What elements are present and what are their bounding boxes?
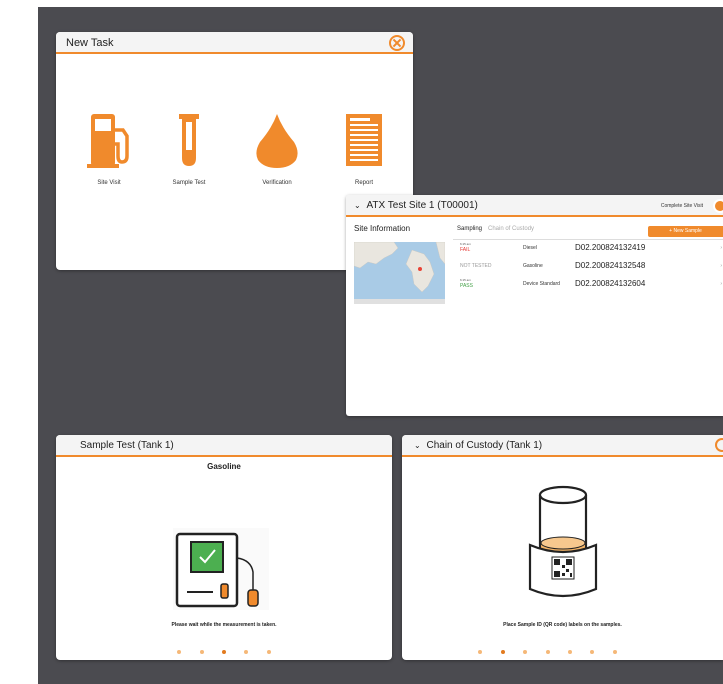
step-dot — [199, 650, 204, 654]
sample-fuel: Diesel — [523, 245, 537, 251]
sample-test-label: Sample Test — [172, 180, 206, 186]
step-dot — [177, 650, 182, 654]
verification-label: Verification — [262, 180, 292, 186]
row-chevron-icon: › — [720, 245, 722, 251]
sample-fuel: Gasoline — [523, 263, 543, 269]
window-title: New Task — [66, 37, 114, 49]
row-chevron-icon: › — [720, 263, 722, 269]
site-visit-label: Site Visit — [97, 180, 121, 186]
window-header: Sample Test (Tank 1) — [56, 435, 392, 457]
step-dot — [244, 650, 249, 654]
complete-site-visit-label: Complete Site Visit — [660, 203, 703, 209]
step-dot-active — [222, 650, 226, 654]
sample-id: D02.200824132419 — [575, 243, 646, 252]
window-header: ⌄ Chain of Custody (Tank 1) — [402, 435, 723, 457]
window-title: Chain of Custody (Tank 1) — [426, 440, 543, 451]
window-header: ⌄ ATX Test Site 1 (T00001) Complete Site… — [346, 195, 723, 217]
chain-of-custody-window: ⌄ Chain of Custody (Tank 1) Place Sample… — [402, 435, 723, 660]
sample-test-option[interactable]: Sample Test — [149, 110, 229, 186]
instruction-text: Place Sample ID (QR code) labels on the … — [503, 622, 622, 628]
complete-site-visit-button[interactable] — [713, 199, 723, 213]
step-dot — [612, 650, 617, 654]
tab-divider — [453, 239, 723, 240]
step-indicator — [56, 641, 392, 659]
sample-row[interactable]: NOT TESTED Gasoline D02.200824132548 › — [456, 260, 723, 274]
sample-id: D02.200824132548 — [575, 261, 646, 270]
site-visit-window: ⌄ ATX Test Site 1 (T00001) Complete Site… — [346, 195, 723, 416]
collapse-chevron-icon[interactable]: ⌄ — [414, 441, 421, 450]
fuel-pump-icon — [87, 114, 129, 168]
step-dot — [478, 650, 483, 654]
sample-jar-qr-icon — [528, 485, 598, 598]
sample-status: PASS — [460, 283, 473, 289]
step-dot-active — [500, 650, 505, 654]
window-title: ATX Test Site 1 (T00001) — [366, 200, 478, 211]
drop-icon — [256, 114, 298, 168]
instruction-text: Please wait while the measurement is tak… — [171, 622, 277, 628]
sample-fuel: Device Standard — [523, 281, 560, 287]
site-information-heading: Site Information — [354, 224, 411, 233]
report-label: Report — [354, 180, 373, 186]
close-icon[interactable] — [389, 35, 405, 51]
window-title: Sample Test (Tank 1) — [80, 440, 174, 451]
sample-test-window: Sample Test (Tank 1) Gasoline Please wai… — [56, 435, 392, 660]
sample-status: NOT TESTED — [460, 263, 492, 269]
step-dot — [545, 650, 550, 654]
analyzer-device-icon — [173, 528, 269, 610]
close-icon[interactable] — [715, 438, 723, 452]
step-dot — [266, 650, 271, 654]
new-sample-button[interactable]: + New Sample — [648, 226, 723, 237]
collapse-chevron-icon[interactable]: ⌄ — [354, 201, 361, 210]
row-chevron-icon: › — [720, 281, 722, 287]
step-dot — [523, 650, 528, 654]
sample-time: 6:15 am — [460, 242, 471, 246]
sample-id: D02.200824132604 — [575, 279, 646, 288]
step-dot — [567, 650, 572, 654]
site-map[interactable] — [354, 242, 445, 304]
site-visit-option[interactable]: Site Visit — [69, 110, 149, 186]
sample-row[interactable]: 6:15 am PASS Device Standard D02.2008241… — [456, 278, 723, 292]
report-option[interactable]: Report — [324, 110, 404, 186]
map-image — [354, 242, 445, 304]
report-icon — [346, 114, 382, 166]
step-dot — [590, 650, 595, 654]
verification-option[interactable]: Verification — [237, 110, 317, 186]
fuel-type-heading: Gasoline — [207, 462, 241, 471]
sample-status: FAIL — [460, 247, 471, 253]
sample-row[interactable]: 6:15 am FAIL Diesel D02.200824132419 › — [456, 242, 723, 256]
step-indicator — [402, 641, 723, 659]
sample-time: 6:15 am — [460, 278, 471, 282]
test-tube-icon — [179, 114, 199, 166]
tab-sampling[interactable]: Sampling — [457, 226, 482, 232]
window-header: New Task — [56, 32, 413, 54]
tab-chain-of-custody[interactable]: Chain of Custody — [488, 226, 534, 232]
